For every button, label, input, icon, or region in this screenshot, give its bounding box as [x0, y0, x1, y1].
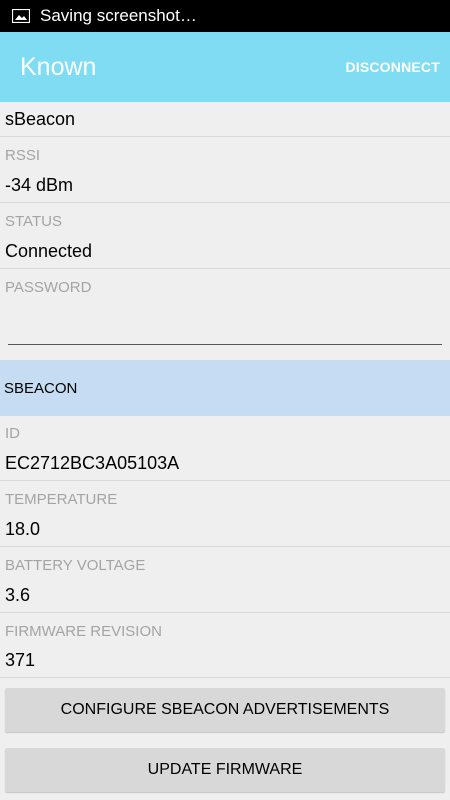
status-value: Connected	[5, 241, 93, 261]
battery-voltage-value: 3.6	[5, 585, 31, 605]
disconnect-button[interactable]: DISCONNECT	[345, 59, 440, 75]
section-title: SBEACON	[4, 379, 78, 397]
device-name: sBeacon	[5, 109, 76, 129]
id-label: ID	[5, 425, 20, 442]
password-field-underline	[8, 344, 442, 345]
temperature-value: 18.0	[5, 519, 41, 539]
status-bar-text: Saving screenshot…	[40, 6, 197, 25]
divider	[0, 546, 450, 547]
divider	[0, 612, 450, 613]
temperature-label: TEMPERATURE	[5, 491, 118, 508]
divider	[0, 268, 450, 269]
configure-advertisements-button[interactable]: CONFIGURE SBEACON ADVERTISEMENTS	[5, 688, 445, 732]
sbeacon-section-header: SBEACON	[0, 360, 450, 416]
divider	[0, 677, 450, 678]
page-title: Known	[20, 52, 97, 81]
image-icon	[12, 9, 30, 23]
rssi-value: -34 dBm	[5, 175, 74, 195]
firmware-revision-value: 371	[5, 650, 36, 670]
status-label: STATUS	[5, 213, 62, 230]
status-bar: Saving screenshot…	[0, 0, 450, 32]
password-field[interactable]	[8, 310, 442, 342]
update-firmware-button[interactable]: UPDATE FIRMWARE	[5, 748, 445, 792]
firmware-revision-label: FIRMWARE REVISION	[5, 623, 162, 640]
id-value: EC2712BC3A05103A	[5, 453, 180, 473]
divider	[0, 136, 450, 137]
divider	[0, 202, 450, 203]
action-bar: Known DISCONNECT	[0, 32, 450, 102]
rssi-label: RSSI	[5, 147, 41, 164]
password-label: PASSWORD	[5, 279, 92, 296]
battery-voltage-label: BATTERY VOLTAGE	[5, 557, 146, 574]
divider	[0, 480, 450, 481]
